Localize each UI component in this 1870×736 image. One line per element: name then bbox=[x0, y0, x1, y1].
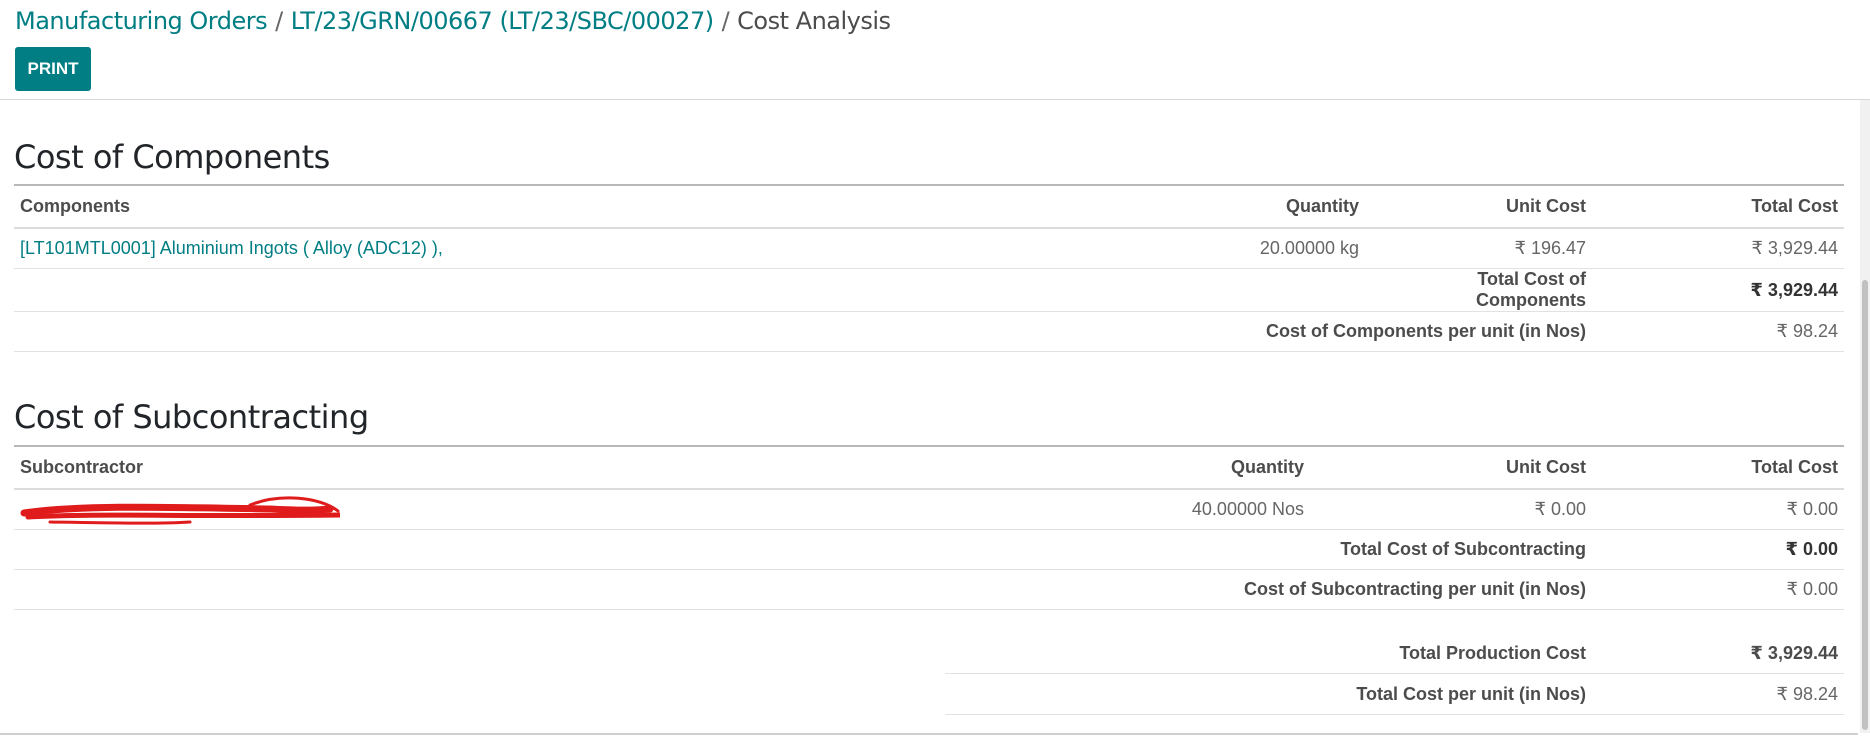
subcontract-unit-cost: ₹ 0.00 bbox=[1310, 489, 1592, 530]
components-section-title: Cost of Components bbox=[14, 138, 330, 176]
production-per-unit-value: ₹ 98.24 bbox=[1592, 673, 1844, 715]
subcontracting-header-row: Subcontractor Quantity Unit Cost Total C… bbox=[14, 445, 1844, 490]
subcontracting-total-value: ₹ 0.00 bbox=[1592, 529, 1844, 570]
control-panel: Manufacturing Orders / LT/23/GRN/00667 (LT… bbox=[0, 0, 1870, 100]
components-per-unit-row: Cost of Components per unit (in Nos) ₹ 9… bbox=[14, 311, 1844, 352]
breadcrumb: Manufacturing Orders / LT/23/GRN/00667 (LT… bbox=[15, 7, 891, 35]
col-header-total-cost: Total Cost bbox=[1592, 445, 1844, 490]
bottom-divider bbox=[0, 733, 1858, 735]
col-header-quantity: Quantity bbox=[1153, 184, 1365, 229]
production-total-label: Total Production Cost bbox=[945, 633, 1592, 674]
print-button[interactable]: PRINT bbox=[15, 47, 91, 91]
component-quantity: 20.00000 kg bbox=[1153, 228, 1365, 269]
production-summary-table: Total Production Cost ₹ 3,929.44 Total C… bbox=[945, 633, 1844, 715]
production-total-value: ₹ 3,929.44 bbox=[1592, 633, 1844, 674]
components-total-row: Total Cost of Components ₹ 3,929.44 bbox=[14, 268, 1844, 312]
subcontracting-table: Subcontractor Quantity Unit Cost Total C… bbox=[14, 445, 1844, 610]
components-header-row: Components Quantity Unit Cost Total Cost bbox=[14, 184, 1844, 229]
subcontracting-per-unit-label: Cost of Subcontracting per unit (in Nos) bbox=[1048, 569, 1592, 610]
components-total-value: ₹ 3,929.44 bbox=[1592, 268, 1844, 312]
subcontracting-total-label: Total Cost of Subcontracting bbox=[1310, 529, 1592, 570]
col-header-unit-cost: Unit Cost bbox=[1310, 445, 1592, 490]
components-table: Components Quantity Unit Cost Total Cost… bbox=[14, 184, 1844, 352]
components-per-unit-label: Cost of Components per unit (in Nos) bbox=[1153, 311, 1592, 352]
subcontract-quantity: 40.00000 Nos bbox=[1048, 489, 1310, 530]
col-header-components: Components bbox=[14, 184, 1153, 229]
col-header-subcontractor: Subcontractor bbox=[14, 445, 1048, 490]
breadcrumb-separator: / bbox=[721, 7, 730, 35]
col-header-quantity: Quantity bbox=[1048, 445, 1310, 490]
breadcrumb-separator: / bbox=[275, 7, 283, 35]
subcontracting-per-unit-value: ₹ 0.00 bbox=[1592, 569, 1844, 610]
col-header-total-cost: Total Cost bbox=[1592, 184, 1844, 229]
components-per-unit-value: ₹ 98.24 bbox=[1592, 311, 1844, 352]
component-product-link[interactable]: [LT101MTL0001] Aluminium Ingots ( Alloy … bbox=[20, 238, 443, 258]
breadcrumb-record[interactable]: LT/23/GRN/00667 (LT/23/SBC/00027) bbox=[291, 7, 714, 35]
production-per-unit-label: Total Cost per unit (in Nos) bbox=[945, 673, 1592, 715]
subcontracting-section-title: Cost of Subcontracting bbox=[14, 398, 369, 436]
subcontracting-per-unit-row: Cost of Subcontracting per unit (in Nos)… bbox=[14, 569, 1844, 610]
scrollbar-thumb[interactable] bbox=[1862, 280, 1868, 730]
production-total-row: Total Production Cost ₹ 3,929.44 bbox=[945, 633, 1844, 674]
breadcrumb-current: Cost Analysis bbox=[737, 7, 891, 35]
breadcrumb-manufacturing-orders[interactable]: Manufacturing Orders bbox=[15, 7, 268, 35]
production-per-unit-row: Total Cost per unit (in Nos) ₹ 98.24 bbox=[945, 673, 1844, 715]
subcontract-total-cost: ₹ 0.00 bbox=[1592, 489, 1844, 530]
components-total-label: Total Cost of Components bbox=[1365, 268, 1592, 312]
col-header-unit-cost: Unit Cost bbox=[1365, 184, 1592, 229]
subcontracting-total-row: Total Cost of Subcontracting ₹ 0.00 bbox=[14, 529, 1844, 570]
vertical-scrollbar[interactable] bbox=[1860, 100, 1870, 733]
table-row: 40.00000 Nos ₹ 0.00 ₹ 0.00 bbox=[14, 489, 1844, 530]
table-row: [LT101MTL0001] Aluminium Ingots ( Alloy … bbox=[14, 228, 1844, 269]
component-unit-cost: ₹ 196.47 bbox=[1365, 228, 1592, 269]
redacted-subcontractor-name bbox=[20, 495, 343, 525]
component-total-cost: ₹ 3,929.44 bbox=[1592, 228, 1844, 269]
